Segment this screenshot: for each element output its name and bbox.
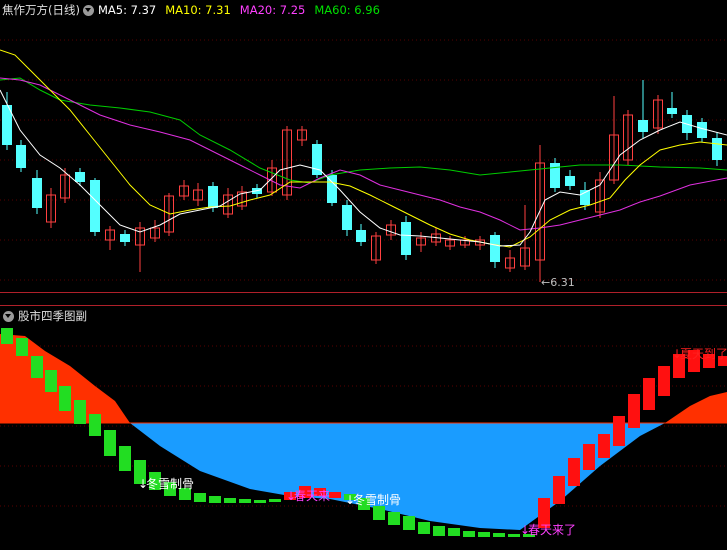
season-bar [31, 356, 43, 378]
indicator-panel[interactable]: ↓ 冬雪制骨 ↓ 春天来 ↓ 冬雪制骨 ↓ 春天来了 ↓ 夏天到了 股市四季图副 [0, 306, 727, 546]
candle-body-down [75, 172, 85, 182]
candle-body-down [697, 122, 707, 138]
low-price-marker: ←6.31 [541, 276, 575, 289]
indicator-title: 股市四季图副 [18, 309, 87, 323]
sub-legend: 股市四季图副 [0, 306, 87, 326]
ma60-label: MA60: 6.96 [314, 3, 380, 17]
season-bar [418, 522, 430, 534]
season-bar [403, 516, 415, 530]
candle-body-down [401, 222, 411, 255]
season-bar [598, 434, 610, 458]
season-bar [254, 500, 266, 503]
season-bar [583, 444, 595, 470]
candle-body-down [342, 205, 352, 230]
spring-label-2: 春天来了 [528, 523, 576, 537]
season-bar [493, 533, 505, 537]
spring-label-1: 春天来 [294, 489, 330, 503]
season-bar [553, 476, 565, 504]
season-bar [388, 512, 400, 525]
season-bar [478, 532, 490, 537]
collapse-icon[interactable] [3, 310, 14, 322]
season-bar [613, 416, 625, 446]
candle-body-down [208, 186, 218, 208]
season-bar [119, 446, 131, 471]
season-bar [628, 394, 640, 428]
collapse-icon[interactable] [82, 4, 94, 16]
candle-body-down [90, 180, 100, 232]
season-bar [373, 506, 385, 520]
ma5-label: MA5: 7.37 [97, 3, 157, 17]
season-bar [643, 378, 655, 410]
season-bar [89, 414, 101, 436]
season-bar [209, 496, 221, 503]
winter-label-1: 冬雪制骨 [146, 476, 194, 491]
candle-body-down [667, 108, 677, 114]
ma60-line [0, 77, 727, 184]
ma20-label: MA20: 7.25 [239, 3, 306, 17]
candle-body-down [120, 234, 130, 242]
candle-body-down [32, 178, 42, 208]
season-bar [329, 492, 341, 498]
season-bar [104, 430, 116, 456]
season-bar [568, 458, 580, 486]
main-legend: 焦作万方(日线) MA5: 7.37 MA10: 7.31 MA20: 7.25… [0, 0, 389, 20]
ma10-label: MA10: 7.31 [165, 3, 231, 17]
season-bar [45, 370, 57, 392]
season-bar [269, 499, 281, 502]
season-bar [194, 493, 206, 502]
stock-title: 焦作万方(日线) [2, 3, 80, 17]
candle-body-down [16, 145, 26, 168]
candlestick-chart[interactable]: ←6.31 [0, 0, 727, 292]
season-bar [508, 534, 520, 537]
seasons-indicator-chart[interactable]: ↓冬雪制骨↓春天来 ↓冬雪制骨↓春天来了↓夏天到了 [0, 306, 727, 546]
season-bar [463, 531, 475, 537]
ma20-line [0, 77, 727, 231]
summer-area-right [665, 392, 727, 423]
candle-body-down [565, 176, 575, 186]
candle-body-down [490, 235, 500, 262]
ma5-line [0, 89, 727, 247]
season-bar [448, 528, 460, 536]
season-bar [59, 386, 71, 411]
season-bar [658, 366, 670, 396]
panel-divider-top [0, 292, 727, 293]
ma10-line [0, 49, 727, 248]
season-bar [224, 498, 236, 503]
winter-label-2: 冬雪制骨 [353, 492, 401, 507]
season-bar [1, 328, 13, 344]
season-bar [74, 400, 86, 424]
candle-body-down [356, 230, 366, 242]
season-bar [433, 526, 445, 536]
summer-label: 夏天到了 [680, 347, 727, 361]
candle-body-down [638, 120, 648, 132]
candle-body-down [712, 138, 722, 160]
season-bar [16, 338, 28, 356]
main-chart-panel[interactable]: ←6.31 焦作万方(日线) MA5: 7.37 MA10: 7.31 MA20… [0, 0, 727, 292]
season-bar [239, 499, 251, 503]
